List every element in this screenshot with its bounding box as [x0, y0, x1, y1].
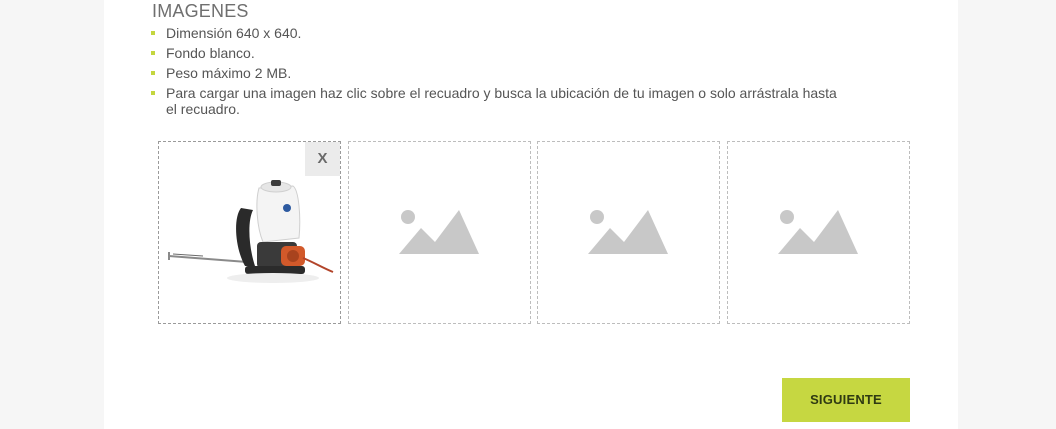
requirement-text: Fondo blanco. [166, 45, 255, 61]
requirement-item: Peso máximo 2 MB. [150, 65, 850, 81]
image-placeholder-icon [777, 209, 858, 254]
requirement-item: Dimensión 640 x 640. [150, 25, 850, 41]
bullet-marker [151, 51, 155, 55]
remove-image-button[interactable]: X [305, 142, 340, 176]
bullet-marker [151, 91, 155, 95]
requirement-item: Fondo blanco. [150, 45, 850, 61]
image-upload-slot-1[interactable]: X [158, 141, 341, 324]
image-placeholder-icon [398, 209, 479, 254]
image-upload-slot-2[interactable] [348, 141, 531, 324]
requirement-item: Para cargar una imagen haz clic sobre el… [150, 85, 850, 117]
requirements-list: Dimensión 640 x 640. Fondo blanco. Peso … [150, 25, 850, 121]
backpack-sprayer-image [168, 180, 334, 283]
requirement-text: Para cargar una imagen haz clic sobre el… [166, 85, 837, 117]
bullet-marker [151, 71, 155, 75]
image-upload-slot-3[interactable] [537, 141, 720, 324]
image-upload-slot-4[interactable] [727, 141, 910, 324]
requirement-text: Peso máximo 2 MB. [166, 65, 292, 81]
section-title: IMAGENES [152, 1, 249, 21]
bullet-marker [151, 31, 155, 35]
requirement-text: Dimensión 640 x 640. [166, 25, 302, 41]
image-placeholder-icon [587, 209, 668, 254]
image-upload-row: X [158, 141, 911, 326]
next-button[interactable]: SIGUIENTE [782, 378, 910, 422]
